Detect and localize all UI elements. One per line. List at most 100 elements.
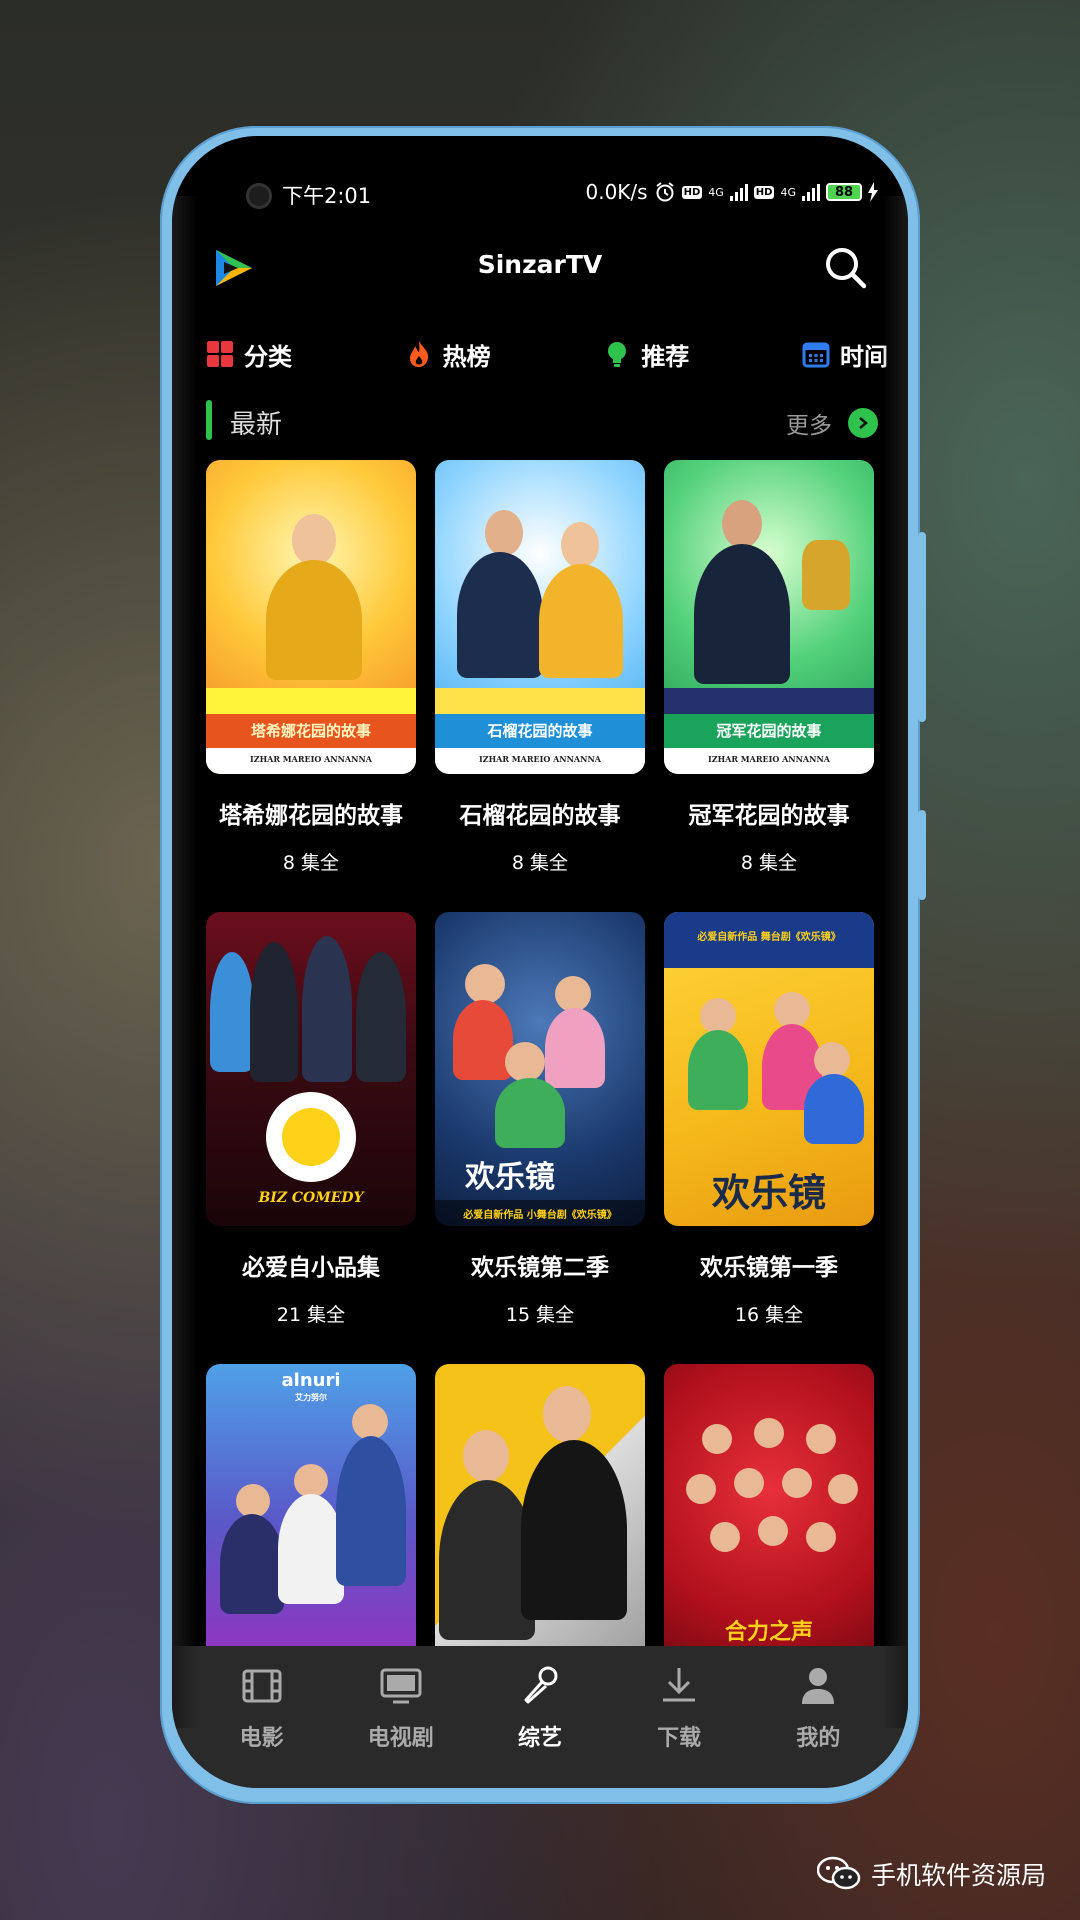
flame-icon bbox=[409, 341, 428, 367]
app-title: SinzarTV bbox=[477, 250, 603, 279]
watermark: 手机软件资源局 bbox=[816, 1856, 1046, 1892]
hd-badge: HD bbox=[681, 185, 703, 199]
show-card[interactable]: 石榴花园的故事 IZHAR MAREIO ANNANNA 石榴花园的故事 8 集… bbox=[435, 460, 645, 875]
lightbulb-icon bbox=[608, 342, 627, 367]
show-card[interactable]: 塔希娜花园的故事 IZHAR MAREIO ANNANNA 塔希娜花园的故事 8… bbox=[206, 460, 416, 875]
poster[interactable]: BIZ COMEDY bbox=[206, 912, 416, 1226]
episode-count: 16 集全 bbox=[734, 1304, 804, 1326]
nav-label: 我的 bbox=[796, 1726, 841, 1751]
poster-title: BIZ COMEDY bbox=[258, 1190, 364, 1206]
poster-caption: 必爱自新作品 小舞台剧《欢乐镜》 bbox=[463, 1210, 617, 1221]
episode-count: 21 集全 bbox=[276, 1304, 346, 1326]
section-header: 最新 更多 bbox=[206, 398, 878, 442]
watermark-text: 手机软件资源局 bbox=[870, 1861, 1046, 1890]
poster[interactable]: 合力之声 bbox=[664, 1364, 874, 1678]
nav-variety[interactable]: 综艺 bbox=[480, 1646, 600, 1788]
battery-icon: 88 bbox=[826, 183, 862, 201]
more-button[interactable] bbox=[848, 408, 878, 438]
show-title: 欢乐镜第二季 bbox=[471, 1255, 609, 1281]
nav-tv-series[interactable]: 电视剧 bbox=[341, 1646, 461, 1788]
episode-count: 15 集全 bbox=[505, 1304, 575, 1326]
status-icons: 0.0K/s HD 4G HD 4G 88 bbox=[585, 180, 878, 204]
show-card[interactable]: BIZ COMEDY 必爱自小品集 21 集全 bbox=[206, 912, 416, 1327]
nav-label: 下载 bbox=[657, 1726, 702, 1751]
poster[interactable] bbox=[435, 1364, 645, 1678]
network-type: 4G bbox=[780, 185, 796, 199]
film-icon bbox=[242, 1669, 282, 1703]
poster-title: 合力之声 bbox=[724, 1619, 813, 1645]
poster[interactable]: 冠军花园的故事 IZHAR MAREIO ANNANNA bbox=[664, 460, 874, 774]
episode-count: 8 集全 bbox=[740, 852, 798, 874]
category-row: 分类 热榜 推荐 时间 bbox=[206, 332, 888, 376]
category-label: 推荐 bbox=[641, 342, 690, 371]
category-classify[interactable]: 分类 bbox=[206, 337, 292, 372]
charging-icon bbox=[868, 182, 878, 202]
category-recommend[interactable]: 推荐 bbox=[603, 337, 689, 372]
chevron-right-icon bbox=[859, 417, 868, 429]
user-icon bbox=[802, 1668, 835, 1704]
wechat-icon bbox=[816, 1856, 861, 1890]
poster[interactable]: 欢乐镜 必爱自新作品 小舞台剧《欢乐镜》 bbox=[435, 912, 645, 1226]
screen-edge bbox=[882, 196, 908, 1728]
front-camera bbox=[246, 183, 272, 209]
calendar-icon bbox=[802, 342, 830, 368]
poster-credits: IZHAR MAREIO ANNANNA bbox=[708, 754, 830, 764]
nav-download[interactable]: 下载 bbox=[619, 1646, 739, 1788]
hd-badge: HD bbox=[753, 185, 775, 199]
power-button bbox=[918, 810, 926, 900]
search-icon[interactable] bbox=[822, 244, 870, 292]
network-speed: 0.0K/s bbox=[585, 180, 648, 204]
show-title: 欢乐镜第一季 bbox=[700, 1255, 838, 1281]
nav-movies[interactable]: 电影 bbox=[202, 1646, 322, 1788]
nav-profile[interactable]: 我的 bbox=[758, 1646, 878, 1788]
grid-icon bbox=[207, 341, 233, 367]
section-accent-bar bbox=[206, 400, 212, 440]
signal-icon bbox=[802, 183, 820, 201]
poster[interactable]: 石榴花园的故事 IZHAR MAREIO ANNANNA bbox=[435, 460, 645, 774]
app-header: SinzarTV bbox=[172, 240, 908, 300]
poster-title: 石榴花园的故事 bbox=[487, 722, 593, 740]
poster[interactable]: alnuri 艾力努尔 bbox=[206, 1364, 416, 1678]
episode-count: 8 集全 bbox=[282, 852, 340, 874]
bottom-nav: 电影 电视剧 综艺 下载 我的 bbox=[172, 1646, 908, 1788]
poster-caption: 必爱自新作品 舞台剧《欢乐镜》 bbox=[697, 932, 841, 943]
section-title: 最新 bbox=[230, 410, 283, 440]
category-hot[interactable]: 热榜 bbox=[405, 337, 491, 372]
show-card[interactable]: 欢乐镜 必爱自新作品 小舞台剧《欢乐镜》 欢乐镜第二季 15 集全 bbox=[435, 912, 645, 1327]
category-label: 热榜 bbox=[442, 342, 491, 371]
screen-edge bbox=[172, 196, 198, 1728]
episode-count: 8 集全 bbox=[511, 852, 569, 874]
category-time[interactable]: 时间 bbox=[802, 337, 888, 372]
category-label: 分类 bbox=[244, 342, 292, 371]
status-bar: 下午2:01 0.0K/s HD 4G HD 4G 88 bbox=[172, 178, 908, 214]
poster-caption: 艾力努尔 bbox=[295, 1392, 327, 1402]
poster-title: 冠军花园的故事 bbox=[716, 722, 822, 740]
alarm-icon bbox=[655, 182, 674, 202]
show-card[interactable]: 必爱自新作品 舞台剧《欢乐镜》 欢乐镜 欢乐镜第一季 16 集全 bbox=[664, 912, 874, 1327]
show-title: 冠军花园的故事 bbox=[688, 803, 850, 829]
poster-title: alnuri bbox=[281, 1370, 341, 1391]
signal-icon bbox=[729, 183, 748, 201]
show-title: 必爱自小品集 bbox=[242, 1255, 380, 1281]
show-card[interactable]: 冠军花园的故事 IZHAR MAREIO ANNANNA 冠军花园的故事 8 集… bbox=[664, 460, 874, 875]
volume-button bbox=[918, 532, 926, 722]
download-icon bbox=[663, 1668, 696, 1702]
network-type: 4G bbox=[708, 185, 724, 199]
tv-icon bbox=[380, 1668, 422, 1704]
nav-label: 综艺 bbox=[517, 1726, 562, 1751]
show-title: 石榴花园的故事 bbox=[459, 803, 621, 829]
nav-label: 电影 bbox=[239, 1726, 284, 1751]
microphone-icon bbox=[524, 1666, 558, 1704]
nav-label: 电视剧 bbox=[367, 1726, 434, 1751]
status-time: 下午2:01 bbox=[282, 184, 372, 208]
poster-title: 欢乐镜 bbox=[465, 1160, 555, 1195]
poster-title: 塔希娜花园的故事 bbox=[250, 722, 371, 740]
poster[interactable]: 塔希娜花园的故事 IZHAR MAREIO ANNANNA bbox=[206, 460, 416, 774]
phone-screen: 下午2:01 0.0K/s HD 4G HD 4G 88 SinzarTV 分类… bbox=[172, 136, 908, 1788]
more-link[interactable]: 更多 bbox=[786, 406, 832, 440]
poster-credits: IZHAR MAREIO ANNANNA bbox=[250, 754, 372, 764]
category-label: 时间 bbox=[839, 342, 888, 371]
show-title: 塔希娜花园的故事 bbox=[219, 803, 403, 829]
poster[interactable]: 必爱自新作品 舞台剧《欢乐镜》 欢乐镜 bbox=[664, 912, 874, 1226]
poster-credits: IZHAR MAREIO ANNANNA bbox=[479, 754, 601, 764]
